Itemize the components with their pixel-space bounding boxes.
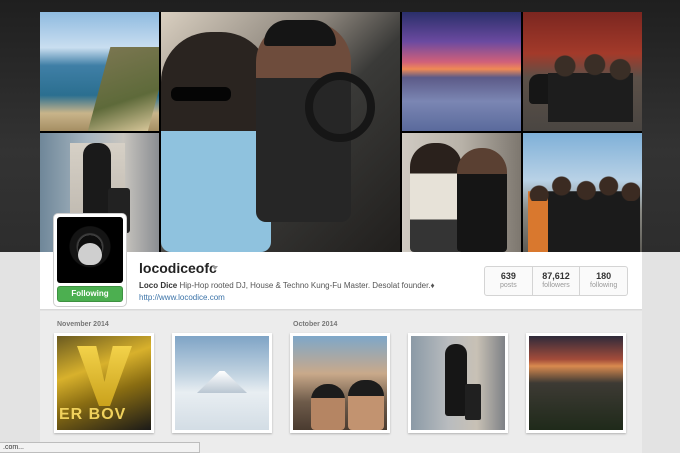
coast-land xyxy=(87,47,159,131)
hooded-figure-icon xyxy=(78,235,102,265)
profile-display-name: Loco Dice xyxy=(139,281,178,290)
browser-status-url: .com... xyxy=(0,442,200,453)
stat-label: following xyxy=(590,282,618,289)
feed-photo[interactable] xyxy=(408,333,508,433)
profile-website-link[interactable]: http://www.locodice.com xyxy=(139,293,225,302)
stat-following[interactable]: 180 following xyxy=(580,267,627,295)
header-photo-crew[interactable] xyxy=(523,133,642,252)
feed-photo[interactable] xyxy=(526,333,626,433)
person-left xyxy=(311,384,345,430)
header-photo-coastline[interactable] xyxy=(40,12,159,131)
person-left xyxy=(161,32,271,252)
cap xyxy=(264,20,336,46)
month-label-november: November 2014 xyxy=(57,321,109,328)
person-left xyxy=(410,143,462,252)
stat-label: followers xyxy=(542,282,570,289)
feed-photo[interactable] xyxy=(290,333,390,433)
stat-followers[interactable]: 87,612 followers xyxy=(533,267,581,295)
feed-photo-image: ER BOV xyxy=(57,336,151,430)
person-right xyxy=(348,380,384,430)
month-label-october: October 2014 xyxy=(293,321,338,328)
stat-value: 180 xyxy=(596,271,612,281)
header-photo-car-group[interactable] xyxy=(523,12,642,131)
feed-photo-text: ER BOV xyxy=(59,406,127,423)
header-photo-two-men[interactable] xyxy=(402,133,521,252)
sunglasses xyxy=(171,87,231,101)
profile-username: locodiceofc xyxy=(139,260,217,276)
feed-photo-image xyxy=(411,336,505,430)
steering-wheel xyxy=(305,72,375,142)
header-photo-car-selfie[interactable] xyxy=(161,12,400,252)
feed-photo-image xyxy=(293,336,387,430)
stat-posts[interactable]: 639 posts xyxy=(485,267,533,295)
profile-bio-text: Hip-Hop rooted DJ, House & Techno Kung-F… xyxy=(177,281,435,290)
v-sculpture xyxy=(77,346,132,406)
stat-value: 639 xyxy=(500,271,516,281)
person xyxy=(83,143,111,223)
feed-photo[interactable] xyxy=(172,333,272,433)
crew-heads xyxy=(528,171,640,201)
stat-value: 87,612 xyxy=(542,271,570,281)
stat-label: posts xyxy=(499,282,517,289)
feed-photo[interactable]: ER BOV xyxy=(54,333,154,433)
avatar[interactable] xyxy=(57,217,123,283)
chevron-down-icon[interactable] xyxy=(212,266,218,270)
person xyxy=(445,344,467,416)
profile-bio: Loco Dice Hip-Hop rooted DJ, House & Tec… xyxy=(139,281,435,290)
following-button[interactable]: Following xyxy=(57,286,123,302)
feed-photo-image xyxy=(529,336,623,430)
avatar-card: Following xyxy=(54,214,126,306)
person-right xyxy=(457,148,507,252)
header-photo-sunset-clouds[interactable] xyxy=(402,12,521,131)
feed-photo-image xyxy=(175,336,269,430)
profile-header-mosaic xyxy=(40,12,642,252)
suitcase xyxy=(465,384,481,420)
mountain xyxy=(197,371,247,393)
profile-stats: 639 posts 87,612 followers 180 following xyxy=(484,266,628,296)
group-of-people xyxy=(548,52,633,122)
